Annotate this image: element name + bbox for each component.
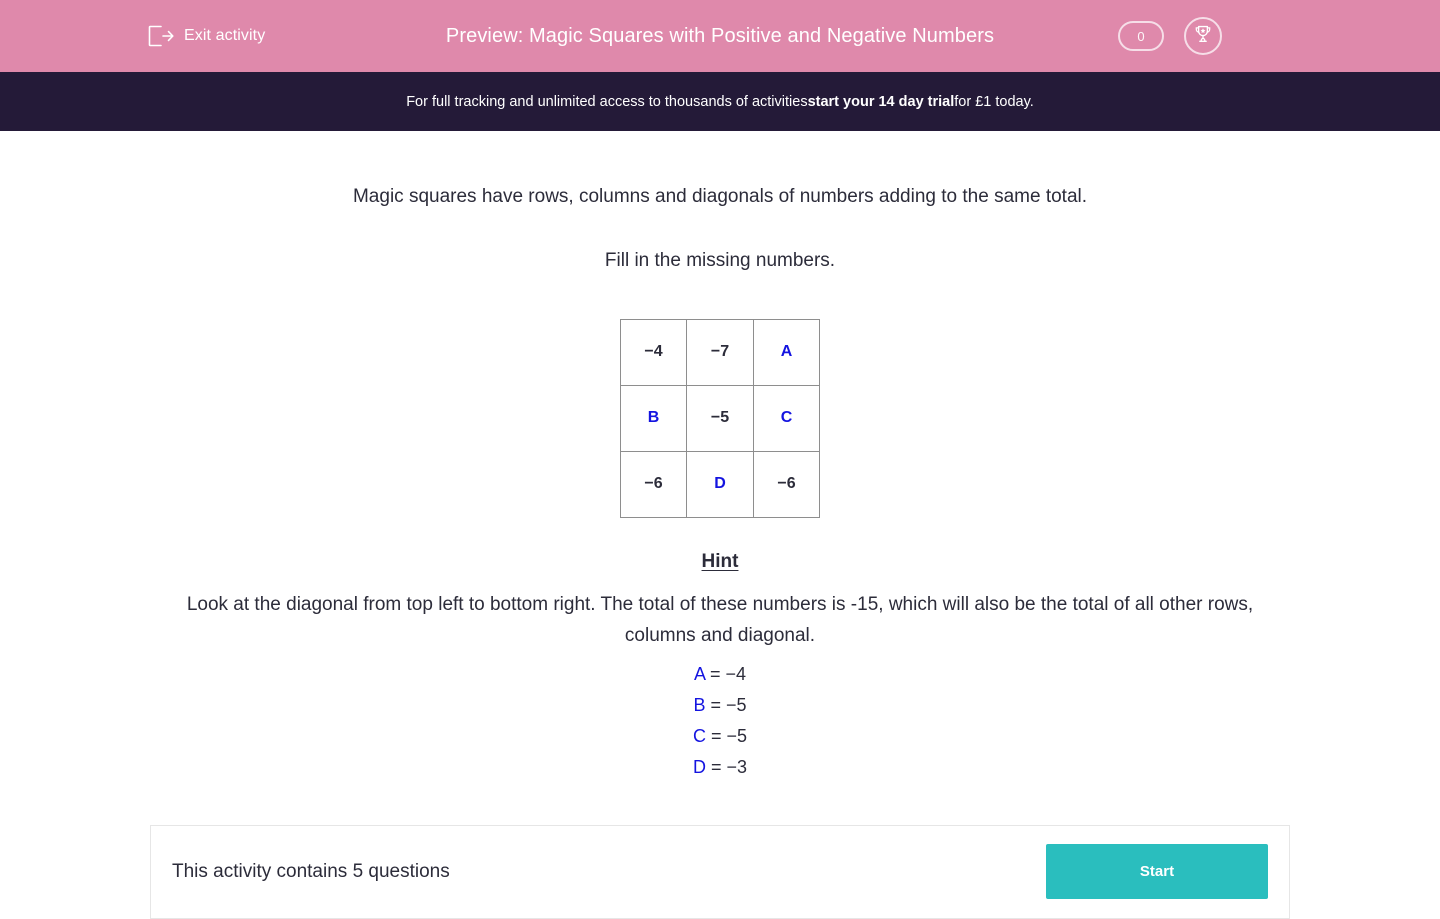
exit-activity-button[interactable]: Exit activity [148, 0, 265, 72]
hint-answer-a-value: = −4 [704, 663, 747, 684]
magic-square-row: −4 −7 A [619, 318, 821, 386]
intro-line-1: Magic squares have rows, columns and dia… [352, 186, 1088, 207]
magic-square-cell-r1c1: −5 [686, 384, 754, 452]
magic-square-row: −6 D −6 [619, 450, 821, 518]
trial-promo-banner[interactable]: For full tracking and unlimited access t… [0, 72, 1440, 131]
hint-answer-b: B = −5 [0, 690, 1440, 721]
magic-square-cell-r2c0: −6 [619, 450, 688, 518]
hint-body-text: Look at the diagonal from top left to bo… [186, 593, 1254, 646]
magic-square-cell-r1c2: C [752, 384, 821, 452]
magic-square-wrapper: −4 −7 A B −5 C −6 D −6 [0, 318, 1440, 518]
magic-square-cell-r1c0: B [619, 384, 688, 452]
activity-start-panel: This activity contains 5 questions Start [150, 824, 1290, 919]
score-badge[interactable]: 0 [1118, 21, 1164, 51]
trophy-button[interactable] [1184, 17, 1222, 55]
magic-square-row: B −5 C [619, 384, 821, 452]
hint-answer-c-letter: C [692, 725, 706, 746]
magic-square-cell-r2c2: −6 [752, 450, 821, 518]
exit-activity-label: Exit activity [184, 27, 266, 44]
score-value: 0 [1137, 28, 1145, 44]
hint-answer-b-value: = −5 [705, 694, 747, 715]
intro-line-2: Fill in the missing numbers. [604, 249, 836, 271]
topbar-actions: 0 [1118, 0, 1222, 72]
hint-answer-d-letter: D [692, 756, 706, 777]
hint-answer-b-letter: B [693, 694, 706, 715]
magic-square-cell-r2c1: D [686, 450, 754, 518]
hint-answers-list: A = −4 B = −5 C = −5 D = −3 [0, 659, 1440, 783]
magic-square-cell-r0c2: A [752, 318, 821, 386]
hint-heading: Hint [701, 550, 739, 572]
magic-square-body: −4 −7 A B −5 C −6 D −6 [619, 318, 821, 518]
trophy-icon [1192, 23, 1214, 50]
promo-text-after: for £1 today. [954, 93, 1034, 110]
hint-answer-d-value: = −3 [705, 756, 748, 777]
question-count-label: This activity contains 5 questions [172, 860, 450, 882]
exit-arrow-icon [148, 25, 174, 47]
magic-square-cell-r0c0: −4 [619, 318, 688, 386]
hint-answer-a: A = −4 [0, 659, 1440, 690]
hint-answer-a-letter: A [693, 663, 705, 684]
activity-preview-content: Magic squares have rows, columns and dia… [0, 131, 1440, 919]
hint-answer-c-value: = −5 [705, 725, 748, 746]
promo-text-before: For full tracking and unlimited access t… [406, 93, 808, 110]
hint-answer-c: C = −5 [0, 721, 1440, 752]
magic-square-grid: −4 −7 A B −5 C −6 D −6 [619, 318, 821, 518]
promo-text-bold[interactable]: start your 14 day trial [808, 94, 955, 110]
top-bar: Exit activity Preview: Magic Squares wit… [0, 0, 1440, 72]
hint-answer-d: D = −3 [0, 752, 1440, 783]
magic-square-cell-r0c1: −7 [686, 318, 754, 386]
start-button[interactable]: Start [1046, 844, 1268, 899]
